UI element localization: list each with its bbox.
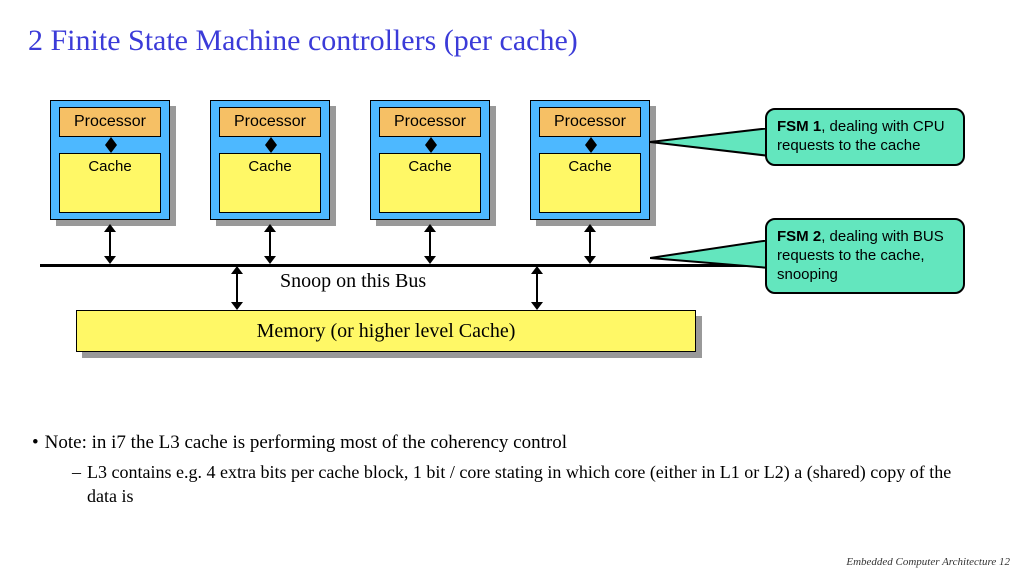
- note-bullet: • Note: in i7 the L3 cache is performing…: [32, 430, 972, 456]
- callout-fsm1: FSM 1, dealing with CPU requests to the …: [765, 108, 965, 166]
- proc-cache-arrow: [264, 137, 278, 153]
- note-main: Note: in i7 the L3 cache is performing m…: [45, 430, 567, 456]
- proc-cache-arrow: [424, 137, 438, 153]
- bullet-dot: •: [32, 430, 39, 456]
- bus-mem-arrow-1: [530, 266, 544, 310]
- processor-box: Processor: [59, 107, 161, 137]
- bus-mem-arrow-0: [230, 266, 244, 310]
- dash: –: [72, 460, 81, 509]
- cache-box: Cache: [219, 153, 321, 213]
- callout-tail-fsm1: [650, 128, 780, 168]
- note-sub-text: L3 contains e.g. 4 extra bits per cache …: [87, 460, 972, 509]
- node-0: Processor Cache: [50, 100, 170, 220]
- node-2: Processor Cache: [370, 100, 490, 220]
- node-1: Processor Cache: [210, 100, 330, 220]
- proc-cache-arrow: [104, 137, 118, 153]
- node-outer: Processor Cache: [530, 100, 650, 220]
- callout-fsm1-bold: FSM 1: [777, 118, 821, 135]
- callout-tail-fsm2: [650, 240, 780, 280]
- memory-label: Memory (or higher level Cache): [257, 320, 516, 343]
- memory-box: Memory (or higher level Cache): [76, 310, 696, 352]
- callout-fsm2: FSM 2, dealing with BUS requests to the …: [765, 218, 965, 294]
- cache-box: Cache: [379, 153, 481, 213]
- note-sub: – L3 contains e.g. 4 extra bits per cach…: [72, 460, 972, 509]
- notes-area: • Note: in i7 the L3 cache is performing…: [32, 430, 972, 508]
- node-3: Processor Cache: [530, 100, 650, 220]
- processor-box: Processor: [379, 107, 481, 137]
- cache-bus-arrow-0: [103, 224, 117, 264]
- cache-box: Cache: [539, 153, 641, 213]
- cache-box: Cache: [59, 153, 161, 213]
- cache-bus-arrow-2: [423, 224, 437, 264]
- callout-fsm2-bold: FSM 2: [777, 228, 821, 245]
- diagram-area: Processor Cache Processor Cache Processo…: [50, 100, 970, 380]
- processor-box: Processor: [219, 107, 321, 137]
- proc-cache-arrow: [584, 137, 598, 153]
- footer-text: Embedded Computer Architecture 12: [846, 556, 1010, 568]
- node-outer: Processor Cache: [370, 100, 490, 220]
- cache-bus-arrow-1: [263, 224, 277, 264]
- node-outer: Processor Cache: [50, 100, 170, 220]
- processor-box: Processor: [539, 107, 641, 137]
- snoop-label: Snoop on this Bus: [280, 270, 426, 293]
- node-outer: Processor Cache: [210, 100, 330, 220]
- cache-bus-arrow-3: [583, 224, 597, 264]
- slide-title: 2 Finite State Machine controllers (per …: [28, 24, 578, 58]
